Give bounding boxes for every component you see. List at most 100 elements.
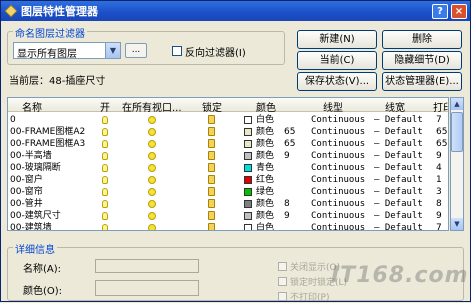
lineweight[interactable]: — Default (374, 174, 423, 186)
scroll-down-icon[interactable]: ▼ (451, 218, 463, 230)
unlock-icon[interactable] (208, 163, 215, 172)
table-row[interactable]: 00-建筑尺寸 颜色 9 Continuous — Default 9 (8, 210, 448, 222)
hide-details-button[interactable]: 隐藏细节(D) (382, 51, 462, 70)
table-row[interactable]: 00-FRAME图框A3 颜色 65 Continuous — Default 65 (8, 138, 448, 150)
thaw-sun-icon[interactable] (148, 128, 156, 136)
lineweight[interactable]: — Default (374, 186, 423, 198)
linetype[interactable]: Continuous (311, 138, 365, 150)
col-on[interactable]: 开 (100, 99, 110, 114)
option1-checkbox[interactable] (278, 262, 287, 271)
linetype[interactable]: Continuous (311, 162, 365, 174)
col-color[interactable]: 颜色 (256, 99, 276, 114)
linetype[interactable]: Continuous (311, 186, 365, 198)
color-swatch[interactable] (244, 200, 252, 208)
color-swatch[interactable] (244, 212, 252, 220)
unlock-icon[interactable] (208, 211, 215, 220)
lineweight[interactable]: — Default (374, 162, 423, 174)
lineweight[interactable]: — Default (374, 198, 423, 210)
lineweight[interactable]: — Default (374, 126, 423, 138)
on-bulb-icon[interactable] (102, 116, 108, 124)
on-bulb-icon[interactable] (102, 164, 108, 172)
lineweight[interactable]: — Default (374, 114, 423, 126)
option2-checkbox[interactable] (278, 277, 287, 286)
chevron-down-icon[interactable]: ▼ (105, 43, 120, 58)
linetype[interactable]: Continuous (311, 114, 365, 126)
filter-browse-button[interactable]: ... (125, 43, 147, 58)
linetype[interactable]: Continuous (311, 210, 365, 222)
thaw-sun-icon[interactable] (148, 200, 156, 208)
scroll-up-icon[interactable]: ▲ (451, 98, 463, 110)
lineweight[interactable]: — Default (374, 150, 423, 162)
unlock-icon[interactable] (208, 139, 215, 148)
unlock-icon[interactable] (208, 223, 215, 230)
color-swatch[interactable] (244, 224, 252, 230)
unlock-icon[interactable] (208, 187, 215, 196)
on-bulb-icon[interactable] (102, 212, 108, 220)
table-row[interactable]: 0 白色 Continuous — Default 7 (8, 114, 448, 126)
unlock-icon[interactable] (208, 151, 215, 160)
on-bulb-icon[interactable] (102, 188, 108, 196)
on-bulb-icon[interactable] (102, 176, 108, 184)
color-swatch[interactable] (244, 164, 252, 172)
lineweight[interactable]: — Default (374, 222, 423, 230)
color-swatch[interactable] (244, 116, 252, 124)
thaw-sun-icon[interactable] (148, 140, 156, 148)
table-row[interactable]: 00-窗帘 绿色 Continuous — Default 3 (8, 186, 448, 198)
unlock-icon[interactable] (208, 127, 215, 136)
state-manager-button[interactable]: 状态管理器(E)... (382, 72, 462, 91)
lineweight[interactable]: — Default (374, 210, 423, 222)
details-color-field[interactable] (95, 280, 199, 296)
filter-combo[interactable]: 显示所有图层 ▼ (13, 42, 121, 60)
thaw-sun-icon[interactable] (148, 176, 156, 184)
col-name[interactable]: 名称 (22, 99, 42, 114)
layer-list[interactable]: 名称 开 在所有视口... 锁定 颜色 线型 线宽 打印 0 白色 Continuo… (7, 97, 449, 231)
thaw-sun-icon[interactable] (148, 164, 156, 172)
set-current-button[interactable]: 当前(C) (297, 51, 377, 70)
color-swatch[interactable] (244, 128, 252, 136)
scroll-thumb[interactable] (451, 112, 463, 152)
table-row[interactable]: 00-窗户 红色 Continuous — Default 1 (8, 174, 448, 186)
col-linetype[interactable]: 线型 (323, 99, 343, 114)
close-button[interactable]: × (451, 3, 467, 19)
new-layer-button[interactable]: 新建(N) (297, 30, 377, 49)
unlock-icon[interactable] (208, 175, 215, 184)
invert-filter-checkbox[interactable] (172, 46, 182, 56)
col-lineweight[interactable]: 线宽 (385, 99, 405, 114)
thaw-sun-icon[interactable] (148, 152, 156, 160)
lineweight[interactable]: — Default (374, 138, 423, 150)
col-freeze-all[interactable]: 在所有视口... (122, 99, 182, 114)
linetype[interactable]: Continuous (311, 126, 365, 138)
linetype[interactable]: Continuous (311, 150, 365, 162)
table-row[interactable]: 00-半高墙 颜色 9 Continuous — Default 9 (8, 150, 448, 162)
thaw-sun-icon[interactable] (148, 188, 156, 196)
on-bulb-icon[interactable] (102, 152, 108, 160)
on-bulb-icon[interactable] (102, 200, 108, 208)
option3-checkbox[interactable] (278, 292, 287, 301)
thaw-sun-icon[interactable] (148, 224, 156, 230)
color-swatch[interactable] (244, 140, 252, 148)
linetype[interactable]: Continuous (311, 174, 365, 186)
unlock-icon[interactable] (208, 115, 215, 124)
list-vscrollbar[interactable]: ▲ ▼ (450, 97, 464, 231)
color-swatch[interactable] (244, 176, 252, 184)
col-plot[interactable]: 打印 (433, 99, 448, 114)
color-swatch[interactable] (244, 152, 252, 160)
on-bulb-icon[interactable] (102, 128, 108, 136)
table-row[interactable]: 00-玻璃隔断 青色 Continuous — Default 4 (8, 162, 448, 174)
linetype[interactable]: Continuous (311, 222, 365, 230)
save-state-button[interactable]: 保存状态(V)... (297, 72, 377, 91)
table-row[interactable]: 00-建筑墙 白色 Continuous — Default 7 (8, 222, 448, 230)
on-bulb-icon[interactable] (102, 140, 108, 148)
thaw-sun-icon[interactable] (148, 116, 156, 124)
table-row[interactable]: 00-管井 颜色 8 Continuous — Default 8 (8, 198, 448, 210)
details-name-field[interactable] (95, 259, 199, 273)
col-lock[interactable]: 锁定 (202, 99, 222, 114)
on-bulb-icon[interactable] (102, 224, 108, 230)
table-row[interactable]: 00-FRAME图框A2 颜色 65 Continuous — Default 65 (8, 126, 448, 138)
thaw-sun-icon[interactable] (148, 212, 156, 220)
unlock-icon[interactable] (208, 199, 215, 208)
delete-layer-button[interactable]: 删除 (382, 30, 462, 49)
linetype[interactable]: Continuous (311, 198, 365, 210)
color-swatch[interactable] (244, 188, 252, 196)
help-button[interactable]: ? (432, 3, 448, 19)
